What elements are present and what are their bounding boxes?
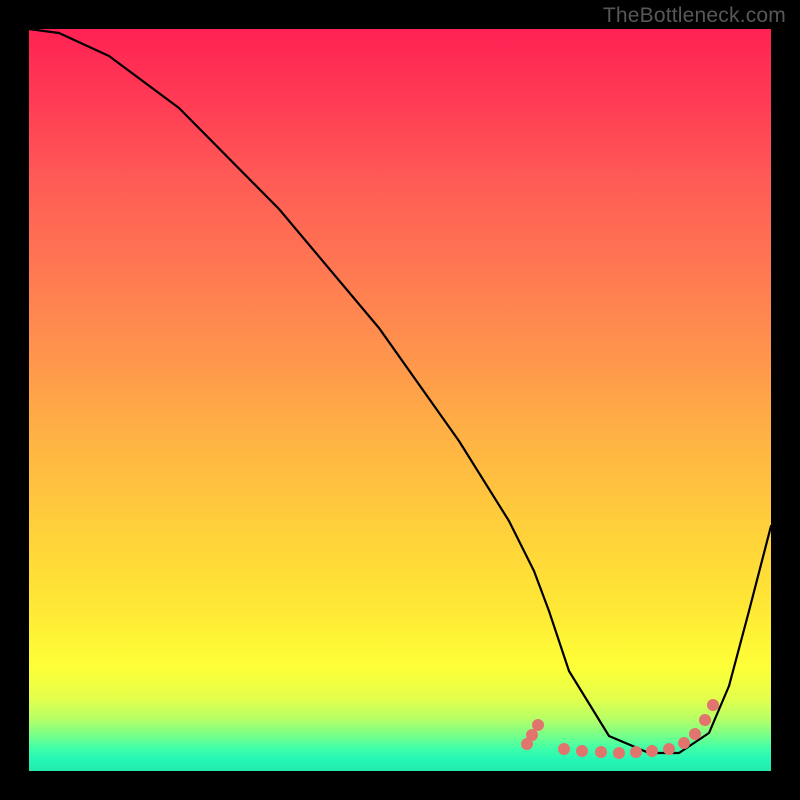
- highlight-dot: [663, 743, 675, 755]
- highlight-dot: [526, 729, 538, 741]
- bottleneck-curve-path: [29, 29, 771, 753]
- highlight-dot: [576, 745, 588, 757]
- watermark-text: TheBottleneck.com: [603, 4, 786, 28]
- highlight-dot: [532, 719, 544, 731]
- chart-frame: TheBottleneck.com: [0, 0, 800, 800]
- highlight-dot: [689, 728, 701, 740]
- highlight-dot: [595, 746, 607, 758]
- highlight-dots-group: [521, 699, 719, 759]
- plot-area: [29, 29, 771, 771]
- highlight-dot: [707, 699, 719, 711]
- highlight-dot: [630, 746, 642, 758]
- chart-svg: [29, 29, 771, 771]
- highlight-dot: [678, 737, 690, 749]
- highlight-dot: [646, 745, 658, 757]
- highlight-dot: [613, 747, 625, 759]
- highlight-dot: [699, 714, 711, 726]
- highlight-dot: [558, 743, 570, 755]
